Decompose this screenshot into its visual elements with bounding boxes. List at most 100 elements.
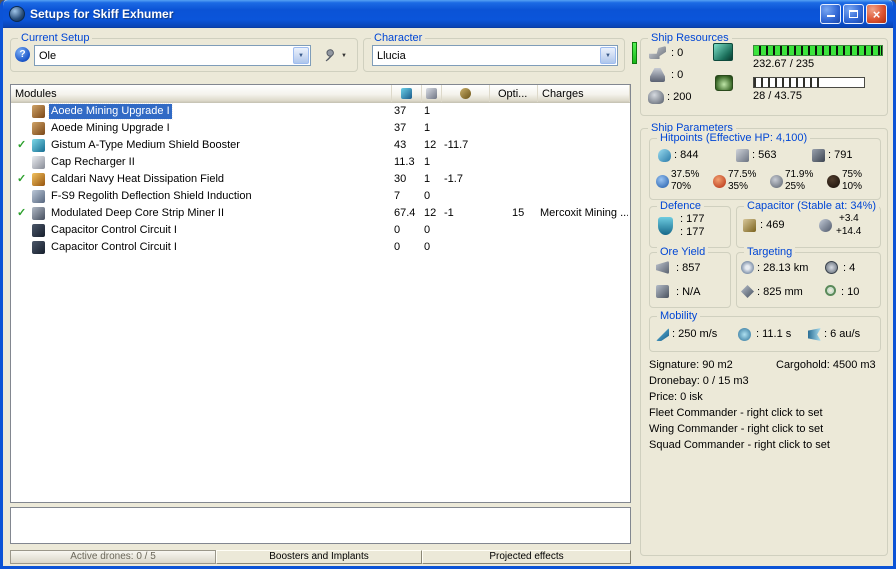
projected-effects-header[interactable]: Projected effects <box>422 550 631 564</box>
module-cpu: 67.4 <box>394 207 416 219</box>
module-row[interactable]: Cap Recharger II 11.3 1 <box>11 154 630 171</box>
module-pg: 1 <box>424 122 431 134</box>
module-row[interactable]: F-S9 Regolith Deflection Shield Inductio… <box>11 188 630 205</box>
defence-group: Defence : 177 : 177 <box>649 200 731 248</box>
module-pg: 0 <box>424 241 431 253</box>
shield-amplifier-icon <box>32 190 45 203</box>
fleet-commander-text[interactable]: Fleet Commander - right click to set <box>649 407 823 419</box>
explosive-resist-armor: 10% <box>842 181 863 192</box>
capacitor-column-header <box>442 85 490 102</box>
thermal-resist-icon <box>713 175 726 188</box>
targeting-range-value: : 28.13 km <box>757 262 809 274</box>
targeting-label: Targeting <box>744 246 796 259</box>
boosters-implants-header[interactable]: Boosters and Implants <box>216 550 422 564</box>
module-cpu: 7 <box>394 190 401 202</box>
active-drones-header[interactable]: Active drones: 0 / 5 <box>10 550 216 564</box>
ice-yield-value: : N/A <box>676 286 701 298</box>
powergrid-usage-text: 28 / 43.75 <box>753 90 802 102</box>
setup-tools-button[interactable]: ▼ <box>315 45 355 67</box>
max-targets-value: : 4 <box>843 262 856 274</box>
speed-value: : 250 m/s <box>672 328 718 340</box>
em-resist-armor: 70% <box>671 181 692 192</box>
module-name: Capacitor Control Circuit I <box>51 241 177 253</box>
module-name: Aoede Mining Upgrade I <box>48 103 173 120</box>
targeting-range-icon <box>741 261 754 274</box>
module-row[interactable]: Capacitor Control Circuit I 0 0 <box>11 239 630 256</box>
signature-value: Signature: 90 m2 <box>649 359 733 371</box>
align-time-icon <box>738 328 751 341</box>
active-check-icon: ✓ <box>17 173 27 185</box>
max-targets-icon <box>825 261 838 274</box>
structure-hp-value: : 791 <box>828 149 853 161</box>
shield-hp-value: : 844 <box>674 149 699 161</box>
module-cpu: 30 <box>394 173 407 185</box>
squad-commander-text[interactable]: Squad Commander - right click to set <box>649 439 830 451</box>
cpu-usage-text: 232.67 / 235 <box>753 58 815 70</box>
module-name: Cap Recharger II <box>51 156 135 168</box>
align-time-value: : 11.1 s <box>756 328 792 340</box>
scan-resolution-icon <box>741 285 754 298</box>
character-label: Character <box>371 32 426 45</box>
module-pg: 1 <box>424 173 431 185</box>
defence-value-1: : 177 <box>680 213 705 225</box>
module-pg: 1 <box>424 105 431 117</box>
powergrid-column-header <box>422 85 442 102</box>
ship-resources-group: Ship Resources : 0 : 0 : 200 232.67 / 23… <box>640 32 888 116</box>
cpu-usage-bar <box>753 45 883 56</box>
warp-speed-value: : 6 au/s <box>824 328 861 340</box>
capacitor-column-icon <box>460 88 471 99</box>
scan-resolution-value: : 825 mm <box>757 286 803 298</box>
modules-list: Aoede Mining Upgrade I 37 1 Aoede Mining… <box>11 103 630 256</box>
module-pg: 12 <box>424 139 437 151</box>
active-check-icon: ✓ <box>17 139 27 151</box>
rig-icon <box>32 241 45 254</box>
maximize-button[interactable] <box>843 4 864 24</box>
optimal-column-header: Opti... <box>490 85 538 102</box>
chevron-down-icon: ▼ <box>341 53 347 59</box>
module-row[interactable]: ✓ Caldari Navy Heat Dissipation Field 30… <box>11 171 630 188</box>
drone-bandwidth-value: : 200 <box>667 91 692 103</box>
mining-upgrade-icon <box>32 105 45 118</box>
minimize-button[interactable] <box>820 4 841 24</box>
setup-dropdown-button[interactable]: ▼ <box>293 47 309 64</box>
shield-hardener-icon <box>32 173 45 186</box>
cpu-usage-fill <box>754 46 881 55</box>
sensor-strength-value: : 10 <box>841 286 860 298</box>
maximize-icon <box>849 10 858 18</box>
price-value: Price: 0 isk <box>649 391 703 403</box>
character-dropdown-button[interactable]: ▼ <box>600 47 616 64</box>
drone-bandwidth-icon <box>648 90 664 104</box>
module-row[interactable]: Capacitor Control Circuit I 0 0 <box>11 222 630 239</box>
module-row[interactable]: Aoede Mining Upgrade I 37 1 <box>11 120 630 137</box>
setup-select-value: Ole <box>39 49 57 62</box>
help-icon[interactable]: ? <box>15 47 30 62</box>
explosive-resist-shield: 75% <box>842 169 863 180</box>
ore-laser-icon <box>656 261 669 274</box>
rig-icon <box>32 224 45 237</box>
character-select[interactable]: Llucia ▼ <box>372 45 618 66</box>
turret-slots-value: : 0 <box>671 47 684 59</box>
turret-hardpoint-icon <box>649 46 666 59</box>
module-row[interactable]: ✓ Gistum A-Type Medium Shield Booster 43… <box>11 137 630 154</box>
ship-stats-text: Signature: 90 m2 Cargohold: 4500 m3 Dron… <box>649 359 881 455</box>
module-pg: 1 <box>424 156 431 168</box>
module-row[interactable]: ✓ Modulated Deep Core Strip Miner II 67.… <box>11 205 630 222</box>
module-opti: 15 <box>512 207 525 219</box>
titlebar[interactable]: Setups for Skiff Exhumer × <box>3 0 893 28</box>
mobility-group: Mobility : 250 m/s : 11.1 s : 6 au/s <box>649 310 881 352</box>
window-title: Setups for Skiff Exhumer <box>30 7 174 21</box>
close-button[interactable]: × <box>866 4 887 24</box>
strip-miner-icon <box>32 207 45 220</box>
ore-yield-label: Ore Yield <box>657 246 709 259</box>
thermal-resist-armor: 35% <box>728 181 749 192</box>
ship-parameters-group: Ship Parameters Hitpoints (Effective HP:… <box>640 122 888 556</box>
wing-commander-text[interactable]: Wing Commander - right click to set <box>649 423 823 435</box>
character-select-value: Llucia <box>377 49 406 62</box>
cpu-column-icon <box>401 88 412 99</box>
capacitor-group: Capacitor (Stable at: 34%) : 469 +3.4 +1… <box>736 200 881 248</box>
module-row[interactable]: Aoede Mining Upgrade I 37 1 <box>11 103 630 120</box>
setup-select[interactable]: Ole ▼ <box>34 45 311 66</box>
capacitor-delta: +3.4 <box>839 213 859 224</box>
ice-harvester-icon <box>656 285 669 298</box>
hitpoints-label: Hitpoints (Effective HP: 4,100) <box>657 132 811 145</box>
